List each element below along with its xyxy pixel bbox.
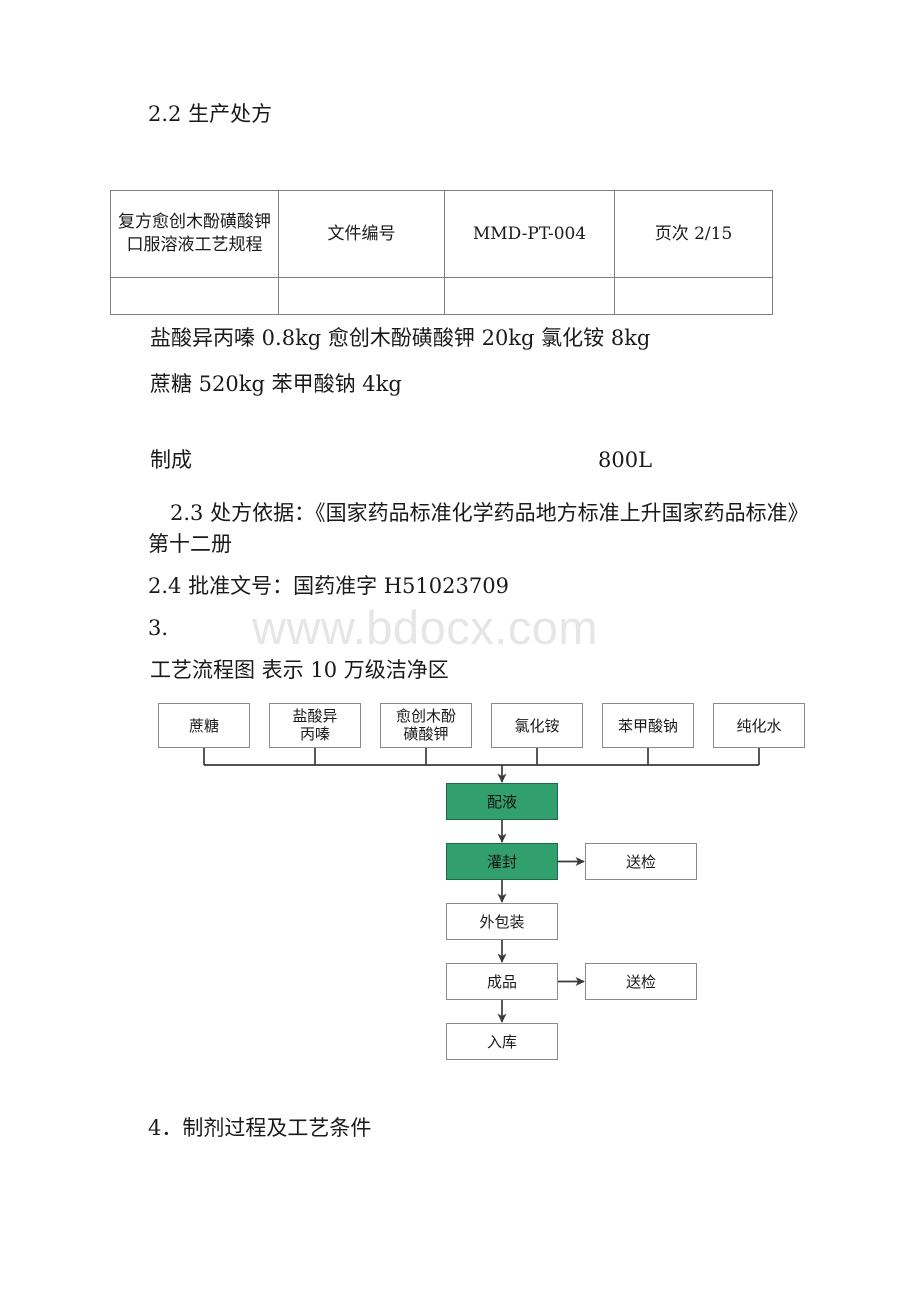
flow-node-process-chengpin[interactable]: 成品: [446, 963, 558, 1000]
flow-node-label: 氯化铵: [514, 716, 560, 735]
flow-node-material-1[interactable]: 盐酸异 丙嗪: [269, 703, 361, 748]
flow-node-label: 送检: [625, 852, 656, 871]
cell-code-value: MMD-PT-004: [444, 190, 615, 278]
flow-node-material-5[interactable]: 纯化水: [713, 703, 805, 748]
section-heading-2-4: 2.4 批准文号：国药准字 H51023709: [148, 574, 509, 598]
flow-node-label: 入库: [486, 1032, 517, 1051]
flow-node-label: 盐酸异 丙嗪: [292, 706, 338, 743]
flow-node-process-guanfeng[interactable]: 灌封: [446, 843, 558, 880]
formula-line-2: 蔗糖 520kg 苯甲酸钠 4kg: [150, 372, 402, 396]
table-row: 复方愈创木酚磺酸钾口服溶液工艺规程 文件编号 MMD-PT-004 页次 2/1…: [110, 190, 773, 278]
flow-node-label: 苯甲酸钠: [617, 716, 678, 735]
flow-node-process-ruku[interactable]: 入库: [446, 1023, 558, 1060]
flow-node-label: 送检: [625, 972, 656, 991]
flow-node-label: 外包装: [479, 912, 525, 931]
cell-empty-b: [278, 277, 445, 315]
section-heading-2-2: 2.2 生产处方: [148, 102, 273, 126]
formula-line-1: 盐酸异丙嗪 0.8kg 愈创木酚磺酸钾 20kg 氯化铵 8kg: [150, 326, 651, 350]
flow-node-label: 灌封: [486, 852, 517, 871]
cell-code-label: 文件编号: [278, 190, 445, 278]
formula-yield-label: 制成: [150, 448, 192, 472]
cell-empty-a: [110, 277, 279, 315]
flow-node-material-0[interactable]: 蔗糖: [158, 703, 250, 748]
flow-node-label: 蔗糖: [188, 716, 219, 735]
section-heading-4: 4．制剂过程及工艺条件: [148, 1116, 372, 1140]
section-heading-3: 3.: [148, 616, 169, 640]
flow-node-process-waibaozhuang[interactable]: 外包装: [446, 903, 558, 940]
flow-node-material-2[interactable]: 愈创木酚 磺酸钾: [380, 703, 472, 748]
flow-node-material-4[interactable]: 苯甲酸钠: [602, 703, 694, 748]
cell-empty-c: [444, 277, 615, 315]
flow-node-process-peiye[interactable]: 配液: [446, 783, 558, 820]
cell-page-number: 页次 2/15: [614, 190, 773, 278]
cell-empty-d: [614, 277, 773, 315]
cell-document-title: 复方愈创木酚磺酸钾口服溶液工艺规程: [110, 190, 279, 278]
flow-node-label: 成品: [486, 972, 517, 991]
flow-node-material-3[interactable]: 氯化铵: [491, 703, 583, 748]
flowchart-title: 工艺流程图 表示 10 万级洁净区: [150, 658, 449, 682]
flow-node-inspection-1[interactable]: 送检: [585, 963, 697, 1000]
flow-node-inspection-0[interactable]: 送检: [585, 843, 697, 880]
watermark-text: www.bdocx.com: [252, 601, 599, 654]
section-heading-2-3: 2.3 处方依据：《国家药品标准化学药品地方标准上升国家药品标准》第十二册: [148, 501, 809, 557]
flow-node-label: 配液: [486, 792, 517, 811]
flow-node-label: 愈创木酚 磺酸钾: [395, 706, 456, 743]
table-row: [110, 277, 773, 315]
document-page: www.bdocx.com 2.2 生产处方 复方愈创木酚磺酸钾口服溶液工艺规程…: [0, 0, 920, 1302]
document-header-table: 复方愈创木酚磺酸钾口服溶液工艺规程 文件编号 MMD-PT-004 页次 2/1…: [110, 190, 773, 315]
formula-yield-value: 800L: [598, 448, 653, 472]
flow-node-label: 纯化水: [736, 716, 782, 735]
